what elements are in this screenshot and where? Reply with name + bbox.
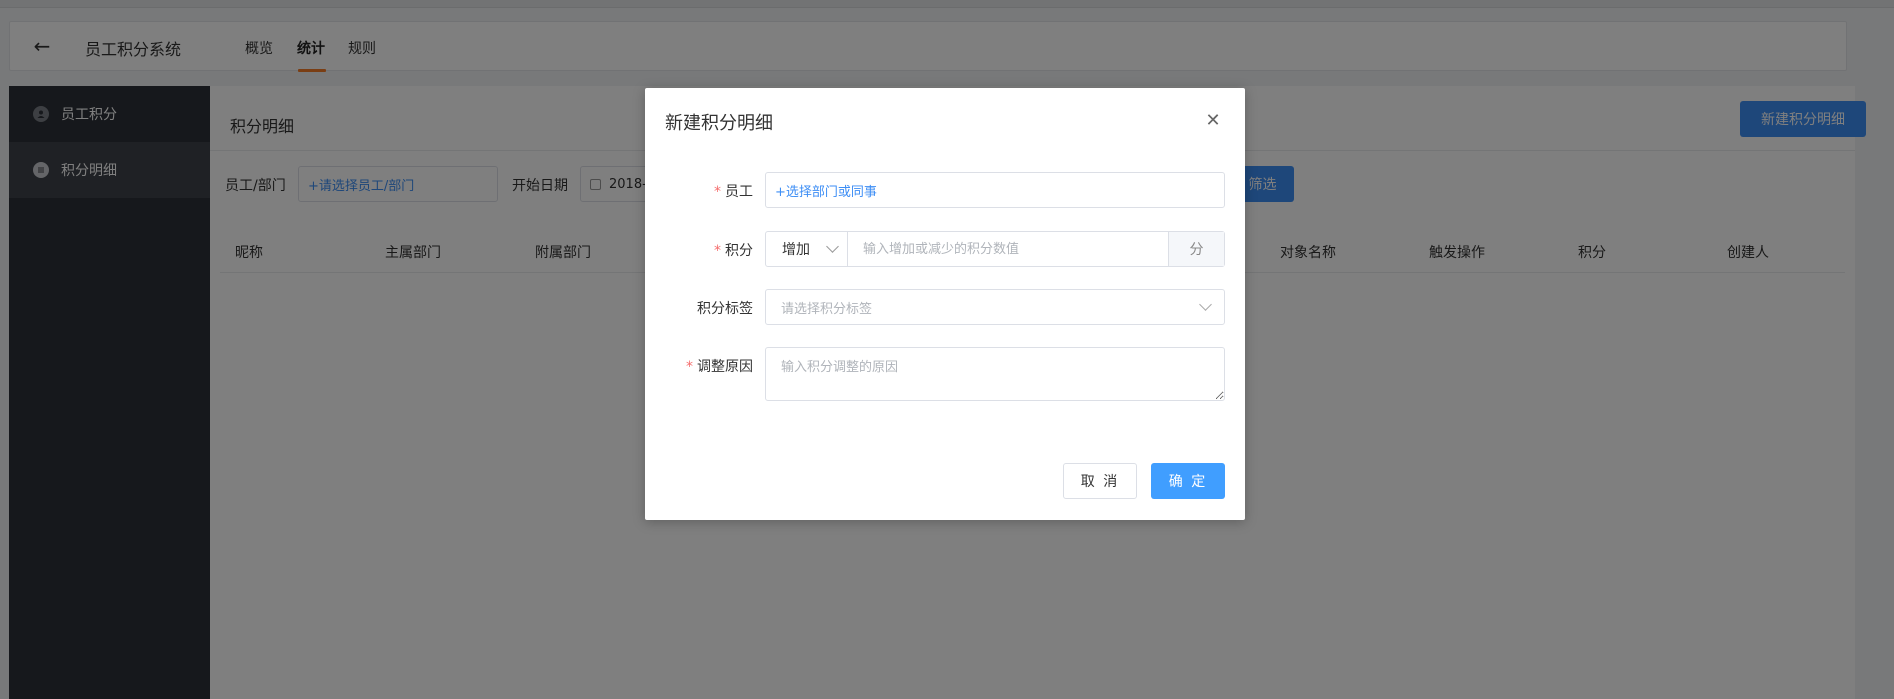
- cancel-button[interactable]: 取 消: [1063, 463, 1137, 499]
- chevron-down-icon: [826, 240, 839, 253]
- points-unit: 分: [1168, 232, 1224, 266]
- points-tag-select[interactable]: 请选择积分标签: [765, 289, 1225, 325]
- employee-field-label: * 员工: [714, 184, 753, 200]
- required-asterisk: *: [686, 359, 693, 375]
- tag-field-label: 积分标签: [697, 301, 753, 317]
- chevron-down-icon: [1199, 298, 1212, 311]
- required-asterisk: *: [714, 243, 721, 259]
- required-asterisk: *: [714, 184, 721, 200]
- points-field-label: * 积分: [714, 243, 753, 259]
- dialog-title: 新建积分明细: [665, 113, 773, 134]
- confirm-button[interactable]: 确 定: [1151, 463, 1225, 499]
- close-icon[interactable]: ✕: [1201, 108, 1225, 132]
- new-points-dialog: 新建积分明细 ✕ *员工 +选择部门或同事 *积分 增加 分 积分标签 请选择积…: [645, 88, 1245, 520]
- points-input-group: 增加 分: [765, 231, 1225, 267]
- employee-select[interactable]: +选择部门或同事: [765, 172, 1225, 208]
- points-value-input[interactable]: [848, 232, 1168, 266]
- reason-field-label: * 调整原因: [686, 359, 753, 375]
- points-mode-select[interactable]: 增加: [766, 232, 848, 266]
- reason-textarea[interactable]: [765, 347, 1225, 401]
